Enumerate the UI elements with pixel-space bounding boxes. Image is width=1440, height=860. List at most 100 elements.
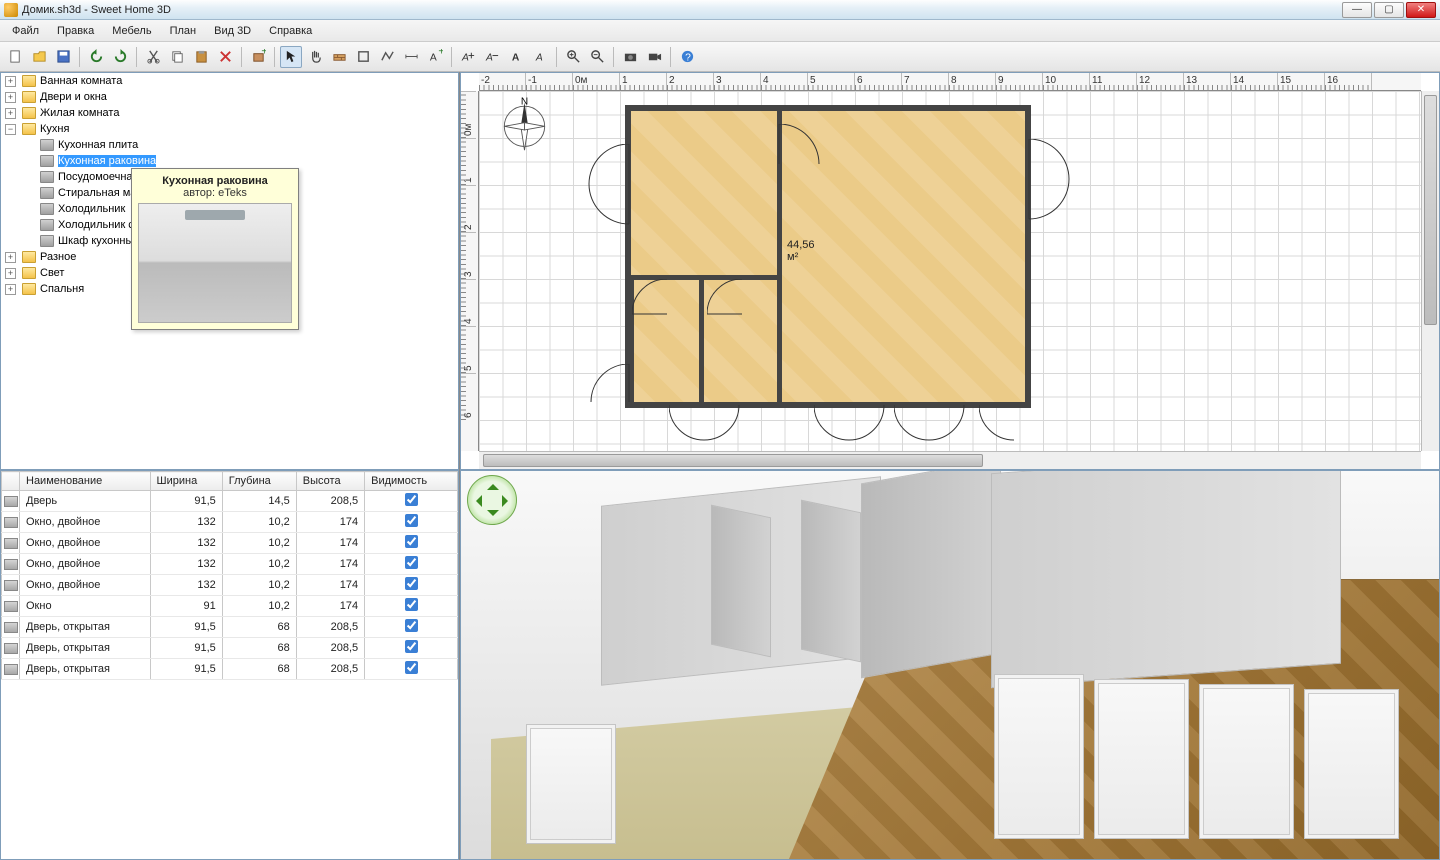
visibility-checkbox[interactable]: [405, 619, 418, 632]
tree-toggle-icon[interactable]: +: [5, 76, 16, 87]
catalog-folder[interactable]: +Двери и окна: [1, 89, 458, 105]
minimize-button[interactable]: —: [1342, 2, 1372, 18]
video-button[interactable]: [643, 46, 665, 68]
furniture-catalog-tree[interactable]: +Ванная комната+Двери и окна+Жилая комна…: [0, 72, 459, 470]
tree-toggle-icon[interactable]: +: [5, 268, 16, 279]
visibility-checkbox[interactable]: [405, 577, 418, 590]
row-icon: [4, 496, 18, 507]
table-row[interactable]: Дверь, открытая91,568208,5: [2, 638, 458, 659]
menu-edit[interactable]: Правка: [49, 23, 102, 39]
tree-toggle-icon[interactable]: +: [5, 92, 16, 103]
window-title: Домик.sh3d - Sweet Home 3D: [22, 4, 171, 16]
svg-text:+: +: [261, 49, 266, 58]
menu-plan[interactable]: План: [162, 23, 205, 39]
ruler-tick: -1: [526, 73, 573, 90]
tree-toggle-icon[interactable]: +: [5, 252, 16, 263]
catalog-folder[interactable]: +Жилая комната: [1, 105, 458, 121]
table-row[interactable]: Дверь, открытая91,568208,5: [2, 659, 458, 680]
add-furniture-button[interactable]: +: [247, 46, 269, 68]
visibility-checkbox[interactable]: [405, 556, 418, 569]
plan-viewport[interactable]: N: [479, 91, 1421, 451]
redo-button[interactable]: [109, 46, 131, 68]
paste-button[interactable]: [190, 46, 212, 68]
visibility-checkbox[interactable]: [405, 598, 418, 611]
cell-name: Окно: [20, 596, 151, 617]
cell-width: 91,5: [150, 638, 222, 659]
column-header[interactable]: Глубина: [222, 472, 296, 491]
tree-toggle-icon[interactable]: +: [5, 108, 16, 119]
column-header[interactable]: Ширина: [150, 472, 222, 491]
catalog-folder[interactable]: −Кухня: [1, 121, 458, 137]
create-polylines-tool[interactable]: [376, 46, 398, 68]
visibility-checkbox[interactable]: [405, 535, 418, 548]
folder-icon: [22, 283, 36, 295]
cut-button[interactable]: [142, 46, 164, 68]
compass-icon[interactable]: N: [497, 97, 552, 152]
menu-help[interactable]: Справка: [261, 23, 320, 39]
visibility-checkbox[interactable]: [405, 493, 418, 506]
copy-button[interactable]: [166, 46, 188, 68]
ruler-tick: 3: [714, 73, 761, 90]
zoom-out-button[interactable]: [586, 46, 608, 68]
ruler-tick: 5: [808, 73, 855, 90]
visibility-checkbox[interactable]: [405, 640, 418, 653]
plan-scrollbar-horizontal[interactable]: [479, 451, 1421, 469]
ruler-horizontal: -2-10м12345678910111213141516: [479, 73, 1421, 91]
cell-depth: 14,5: [222, 491, 296, 512]
visibility-checkbox[interactable]: [405, 661, 418, 674]
text-increase-button[interactable]: A: [457, 46, 479, 68]
open-button[interactable]: [28, 46, 50, 68]
visibility-checkbox[interactable]: [405, 514, 418, 527]
table-row[interactable]: Дверь91,514,5208,5: [2, 491, 458, 512]
table-row[interactable]: Дверь, открытая91,568208,5: [2, 617, 458, 638]
column-header[interactable]: Высота: [296, 472, 364, 491]
cell-name: Окно, двойное: [20, 554, 151, 575]
close-button[interactable]: ✕: [1406, 2, 1436, 18]
save-button[interactable]: [52, 46, 74, 68]
table-row[interactable]: Окно, двойное13210,2174: [2, 575, 458, 596]
menu-file[interactable]: Файл: [4, 23, 47, 39]
item-label: Холодильник: [58, 203, 125, 215]
create-dimensions-tool[interactable]: [400, 46, 422, 68]
furniture-icon: [40, 139, 54, 151]
new-button[interactable]: [4, 46, 26, 68]
maximize-button[interactable]: ▢: [1374, 2, 1404, 18]
column-header[interactable]: Видимость: [365, 472, 458, 491]
plan-2d-view[interactable]: -2-10м12345678910111213141516 0м123456 N: [460, 72, 1440, 470]
cell-depth: 10,2: [222, 512, 296, 533]
text-italic-button[interactable]: A: [529, 46, 551, 68]
view-3d[interactable]: [460, 470, 1440, 860]
furniture-list-panel[interactable]: НаименованиеШиринаГлубинаВысотаВидимость…: [0, 470, 459, 860]
undo-button[interactable]: [85, 46, 107, 68]
table-row[interactable]: Окно9110,2174: [2, 596, 458, 617]
cell-height: 208,5: [296, 491, 364, 512]
tree-toggle-icon[interactable]: −: [5, 124, 16, 135]
create-rooms-tool[interactable]: [352, 46, 374, 68]
text-bold-button[interactable]: A: [505, 46, 527, 68]
tree-toggle-icon[interactable]: +: [5, 284, 16, 295]
nav-3d-control[interactable]: [467, 475, 517, 525]
select-tool[interactable]: [280, 46, 302, 68]
zoom-in-button[interactable]: [562, 46, 584, 68]
folder-label: Разное: [40, 251, 76, 263]
plan-scrollbar-vertical[interactable]: [1421, 91, 1439, 451]
furniture-table[interactable]: НаименованиеШиринаГлубинаВысотаВидимость…: [1, 471, 458, 680]
menu-furniture[interactable]: Мебель: [104, 23, 159, 39]
photo-button[interactable]: [619, 46, 641, 68]
table-row[interactable]: Окно, двойное13210,2174: [2, 533, 458, 554]
item-label: Кухонная раковина: [58, 155, 156, 167]
menu-3dview[interactable]: Вид 3D: [206, 23, 259, 39]
catalog-item[interactable]: Кухонная плита: [19, 137, 458, 153]
delete-button[interactable]: [214, 46, 236, 68]
column-header[interactable]: Наименование: [20, 472, 151, 491]
pan-tool[interactable]: [304, 46, 326, 68]
furniture-icon: [40, 171, 54, 183]
catalog-item[interactable]: Кухонная раковина: [19, 153, 458, 169]
text-decrease-button[interactable]: A: [481, 46, 503, 68]
create-text-tool[interactable]: A+: [424, 46, 446, 68]
table-row[interactable]: Окно, двойное13210,2174: [2, 554, 458, 575]
help-button[interactable]: ?: [676, 46, 698, 68]
create-walls-tool[interactable]: [328, 46, 350, 68]
table-row[interactable]: Окно, двойное13210,2174: [2, 512, 458, 533]
catalog-folder[interactable]: +Ванная комната: [1, 73, 458, 89]
